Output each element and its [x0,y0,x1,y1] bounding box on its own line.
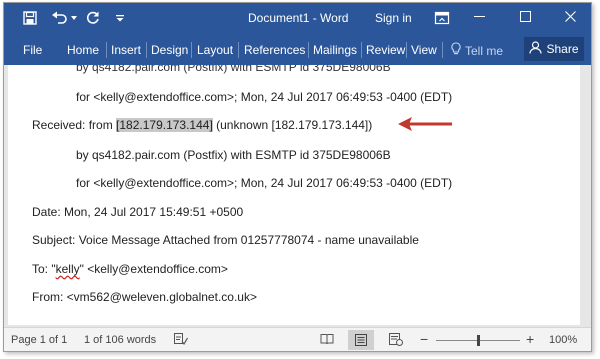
page-count[interactable]: Page 1 of 1 [11,334,67,346]
received-rest: (unknown [182.179.173.144]) [212,118,373,132]
highlighted-ip: [182.179.173.144] [116,118,213,132]
pointer-arrow-icon [398,116,454,137]
close-icon [564,9,576,27]
tell-me-box[interactable]: Tell me [451,42,503,59]
close-button[interactable] [547,3,591,33]
tab-divider [191,42,192,58]
window-title: Document1 - Word [248,11,349,25]
share-button[interactable]: Share [524,37,584,61]
tab-divider [406,42,407,58]
minimize-button[interactable] [456,3,502,33]
undo-icon[interactable] [50,10,70,26]
ribbon-tabs: File Home Insert Design Layout Reference… [4,33,591,65]
tab-file[interactable]: File [23,43,42,57]
tab-divider [442,42,443,58]
minimize-icon [473,9,485,27]
lightbulb-icon [451,42,461,59]
doc-line: Subject: Voice Message Attached from 012… [32,233,419,247]
doc-line: for <kelly@extendoffice.com>; Mon, 24 Ju… [76,176,453,190]
doc-line: by qs4182.pair.com (Postfix) with ESMTP … [76,148,391,162]
status-bar: Page 1 of 1 1 of 106 words − + 100% [4,327,591,351]
customize-qat-icon[interactable] [115,10,125,26]
to-label: To: " [32,262,56,276]
misspelled-word: kelly [55,262,80,276]
sign-in-link[interactable]: Sign in [375,11,412,25]
ribbon-display-options-icon[interactable] [434,10,450,26]
vertical-scrollbar[interactable] [582,65,591,327]
tab-home[interactable]: Home [67,43,99,57]
tab-divider [238,42,239,58]
zoom-level[interactable]: 100% [549,334,577,346]
web-layout-icon[interactable] [389,333,403,349]
doc-line: Date: Mon, 24 Jul 2017 15:49:51 +0500 [32,205,244,219]
to-address: " <kelly@extendoffice.com> [79,262,228,276]
tab-divider [106,42,107,58]
doc-line: From: <vm562@weleven.globalnet.co.uk> [32,290,257,304]
zoom-slider-thumb[interactable] [477,335,480,346]
share-label: Share [546,42,579,56]
print-layout-icon[interactable] [348,330,374,350]
title-bar: Document1 - Word Sign in [4,3,591,33]
tab-design[interactable]: Design [151,43,188,57]
doc-line: for <kelly@extendoffice.com>; Mon, 24 Ju… [76,90,453,104]
read-mode-icon[interactable] [320,333,334,348]
document-page[interactable]: by qs4182.pair.com (Postfix) with ESMTP … [8,65,580,325]
doc-line-received: Received: from [182.179.173.144] (unknow… [32,118,372,132]
tab-review[interactable]: Review [366,43,405,57]
undo-dropdown-icon[interactable] [70,10,78,26]
tab-divider [361,42,362,58]
person-icon [529,41,543,57]
tab-divider [308,42,309,58]
tab-view[interactable]: View [411,43,437,57]
tab-references[interactable]: References [244,43,305,57]
doc-line: by qs4182.pair.com (Postfix) with ESMTP … [76,65,391,74]
zoom-slider[interactable] [436,335,520,346]
word-count[interactable]: 1 of 106 words [84,334,156,346]
save-icon[interactable] [22,10,38,26]
tab-insert[interactable]: Insert [111,43,141,57]
tab-divider [146,42,147,58]
proofing-icon[interactable] [174,333,189,349]
tab-mailings[interactable]: Mailings [313,43,357,57]
word-window: Document1 - Word Sign in File Home Inser… [3,2,592,352]
maximize-icon [519,9,531,27]
document-area: by qs4182.pair.com (Postfix) with ESMTP … [4,65,591,327]
zoom-in-button[interactable]: + [526,331,534,347]
tab-layout[interactable]: Layout [197,43,233,57]
zoom-out-button[interactable]: − [420,331,428,347]
maximize-button[interactable] [502,3,548,33]
redo-icon[interactable] [84,10,102,26]
tell-me-label: Tell me [465,43,504,58]
doc-line-to: To: "kelly" <kelly@extendoffice.com> [32,262,228,276]
received-label: Received: from [32,118,117,132]
